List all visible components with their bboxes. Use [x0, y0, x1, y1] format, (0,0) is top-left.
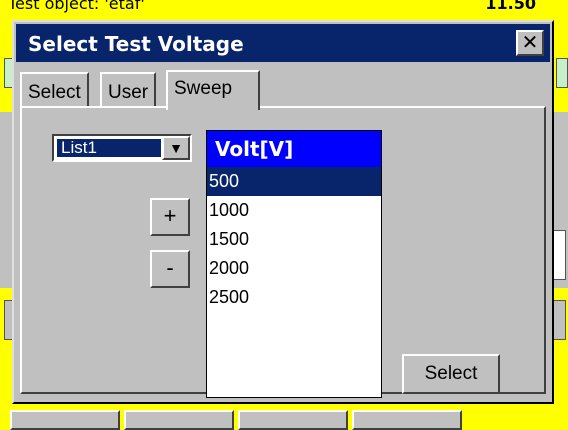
list-item[interactable]: 1000	[207, 196, 381, 225]
list-item[interactable]: 1500	[207, 225, 381, 254]
background-title: Test object: 'etaf'	[8, 0, 145, 13]
close-button[interactable]: ✕	[516, 30, 544, 56]
tab-label: User	[108, 82, 149, 103]
background-button[interactable]	[124, 410, 234, 430]
list-item[interactable]: 2000	[207, 254, 381, 283]
dialog-title: Select Test Voltage	[28, 32, 244, 56]
dialog-title-bar[interactable]: Select Test Voltage ✕	[16, 24, 550, 62]
list-item[interactable]: 500	[207, 167, 381, 196]
background-field	[552, 230, 566, 280]
add-voltage-button[interactable]: +	[150, 198, 190, 236]
background-field	[556, 58, 568, 88]
chevron-down-icon: ▼	[169, 140, 183, 156]
select-test-voltage-dialog: Select Test Voltage ✕ Select User Sweep …	[12, 20, 554, 404]
voltage-list[interactable]: Volt[V] 500 1000 1500 2000 2500	[206, 130, 382, 398]
background-field	[552, 300, 566, 340]
remove-voltage-button[interactable]: -	[150, 250, 190, 288]
select-button[interactable]: Select	[402, 354, 500, 394]
list-selector-dropdown[interactable]: List1 ▼	[52, 134, 192, 162]
voltage-list-header: Volt[V]	[207, 131, 381, 167]
tab-label: Select	[28, 82, 81, 103]
background-title-bar: Test object: 'etaf' 11.50	[0, 0, 568, 20]
background-button[interactable]	[352, 410, 462, 430]
dropdown-arrow-button[interactable]: ▼	[162, 136, 190, 160]
tab-sweep[interactable]: Sweep	[166, 70, 260, 110]
tab-user[interactable]: User	[100, 72, 157, 106]
minus-icon: -	[166, 255, 174, 280]
background-button[interactable]	[10, 410, 120, 430]
plus-icon: +	[163, 203, 177, 228]
background-value: 11.50	[485, 0, 536, 13]
close-icon: ✕	[521, 32, 539, 54]
list-item[interactable]: 2500	[207, 283, 381, 312]
tab-label: Sweep	[174, 78, 233, 99]
background-button[interactable]	[238, 410, 348, 430]
tab-select[interactable]: Select	[20, 72, 89, 106]
list-selector-value: List1	[56, 138, 162, 158]
